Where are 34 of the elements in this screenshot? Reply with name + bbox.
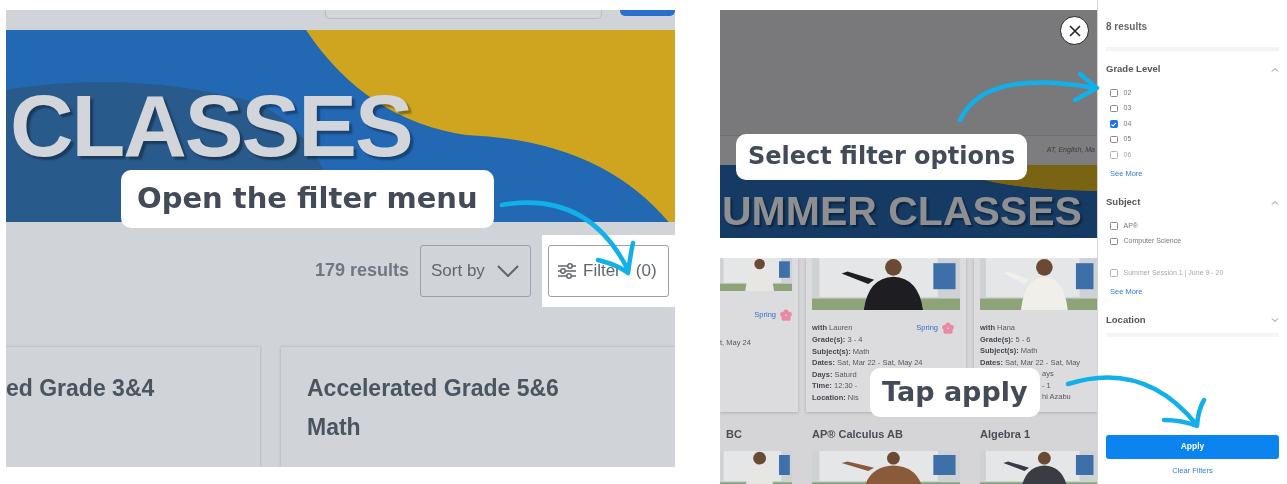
filter-button[interactable]: Filter (0) xyxy=(548,244,669,297)
close-button[interactable] xyxy=(1060,16,1089,45)
checkbox[interactable] xyxy=(1110,104,1118,113)
card-title: ed Grade 3&4 xyxy=(6,347,260,467)
flower-icon xyxy=(780,309,792,321)
checkbox[interactable] xyxy=(1110,151,1118,159)
callout-text: Open the filter menu xyxy=(121,170,494,228)
checkbox[interactable] xyxy=(1110,135,1118,144)
card-title: Algebra 1 xyxy=(979,427,1032,442)
close-icon xyxy=(1068,24,1081,37)
apply-button[interactable]: Apply xyxy=(1106,434,1279,459)
checkbox[interactable] xyxy=(1110,120,1118,128)
results-count: 179 results xyxy=(314,259,409,283)
checkbox[interactable] xyxy=(1110,269,1118,277)
banner-title: CLASSES xyxy=(10,81,412,170)
card-title: BC xyxy=(725,427,743,442)
checkbox[interactable] xyxy=(1110,237,1118,246)
card-title: Accelerated Grade 5&6 Math xyxy=(281,347,675,467)
banner-title: UMMER CLASSES xyxy=(722,191,1082,232)
callout-text: Select filter options xyxy=(736,134,1028,180)
sliders-icon xyxy=(558,262,576,279)
results-count: 8 results xyxy=(1106,0,1279,51)
card-title: AP® Calculus AB xyxy=(811,427,904,442)
sort-button[interactable]: Sort by xyxy=(420,244,531,297)
callout-text: Tap apply xyxy=(870,368,1040,417)
flower-icon xyxy=(942,322,954,334)
section-title: Location xyxy=(1106,313,1146,327)
section-title: Grade Level xyxy=(1106,62,1161,76)
chevron-icon xyxy=(496,264,519,277)
checkbox[interactable] xyxy=(1110,222,1118,230)
search-field[interactable] xyxy=(325,10,602,19)
checkbox[interactable] xyxy=(1110,89,1118,97)
search-button[interactable] xyxy=(620,10,675,16)
section-title: Subject xyxy=(1106,195,1141,209)
